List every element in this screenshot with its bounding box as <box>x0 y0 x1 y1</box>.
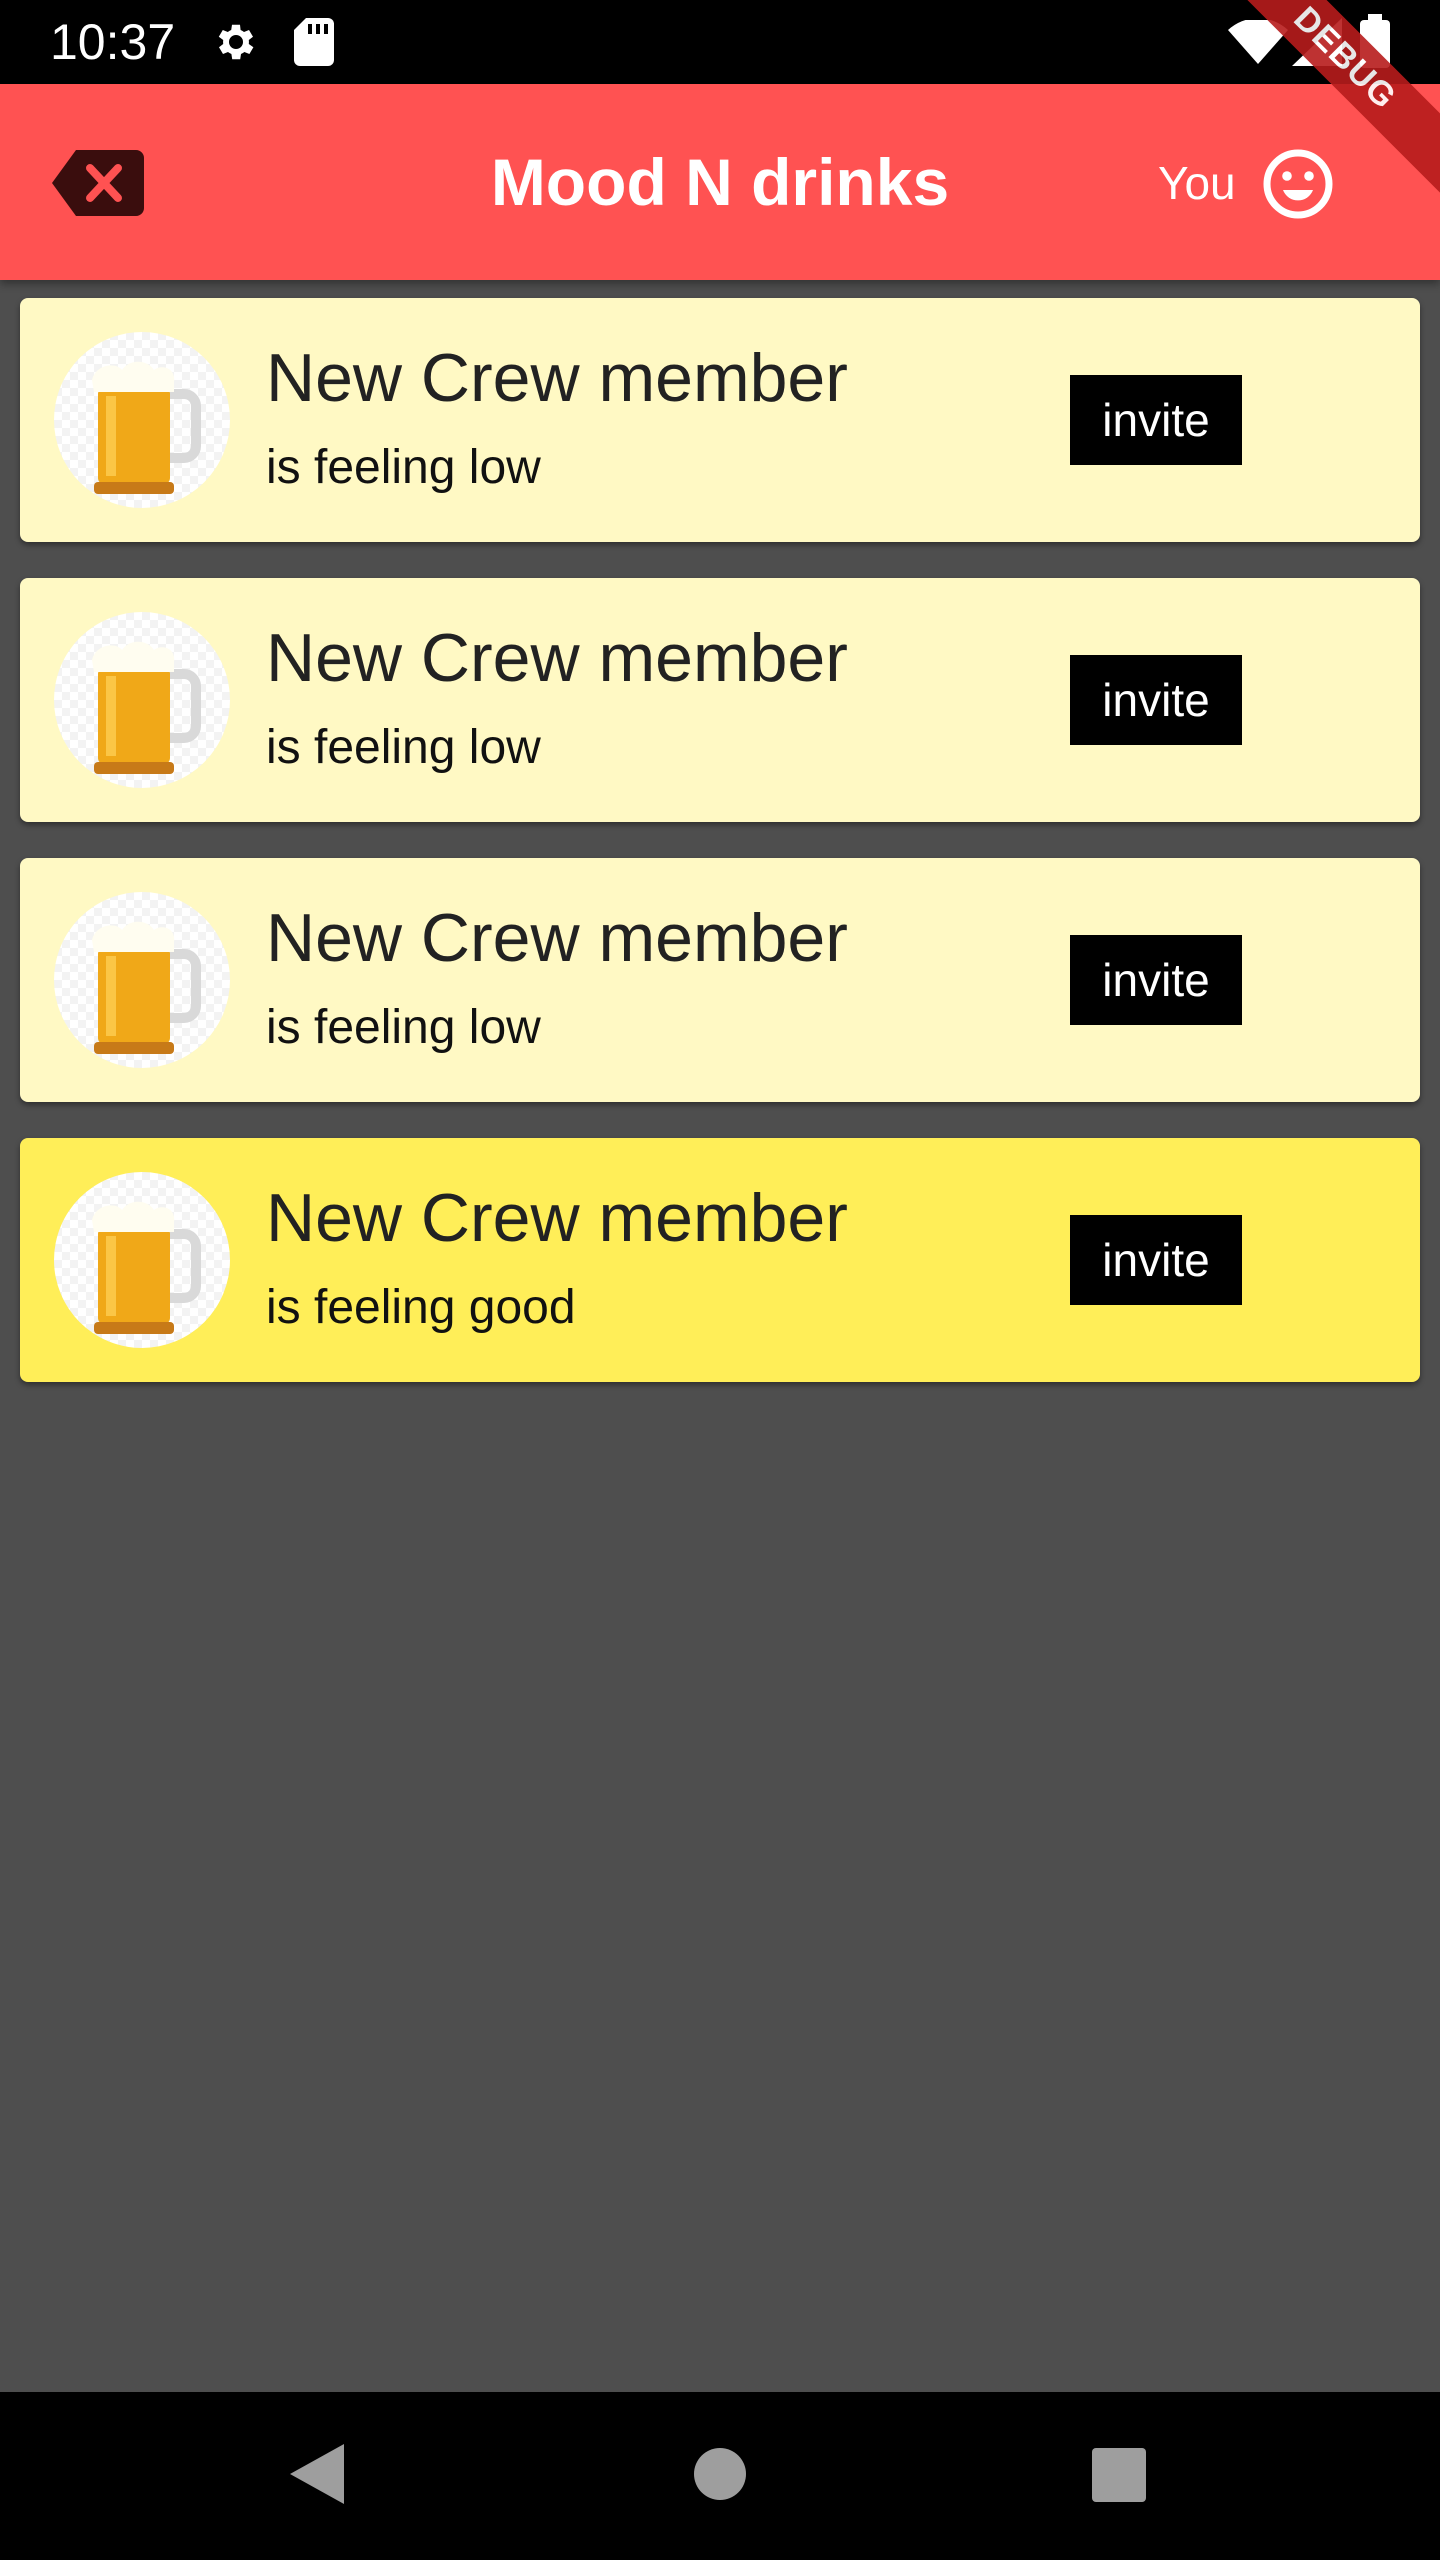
beer-mug-avatar <box>54 1172 230 1348</box>
app-bar: Mood N drinks You <box>0 84 1440 280</box>
crew-list: New Crew member is feeling low invite Ne… <box>20 298 1420 1418</box>
crew-name: New Crew member <box>266 620 848 696</box>
screen: 10:37 Mood N drinks You DEBUG New Crew m… <box>0 0 1440 2560</box>
navigation-bar <box>0 2392 1440 2560</box>
smiley-face-icon[interactable] <box>1262 148 1334 220</box>
crew-name: New Crew member <box>266 900 848 976</box>
crew-status: is feeling low <box>266 721 541 774</box>
beer-mug-avatar <box>54 892 230 1068</box>
crew-status: is feeling low <box>266 1001 541 1054</box>
back-triangle-icon[interactable] <box>290 2444 344 2509</box>
crew-name: New Crew member <box>266 1180 848 1256</box>
crew-card: New Crew member is feeling low invite <box>20 858 1420 1102</box>
home-circle-icon[interactable] <box>694 2448 746 2505</box>
you-label[interactable]: You <box>1158 150 1236 216</box>
invite-button[interactable]: invite <box>1070 1215 1242 1305</box>
status-bar: 10:37 <box>0 0 1440 84</box>
crew-name: New Crew member <box>266 340 848 416</box>
status-time: 10:37 <box>50 14 176 70</box>
crew-status: is feeling good <box>266 1281 576 1334</box>
beer-mug-avatar <box>54 332 230 508</box>
sd-card-icon <box>294 18 334 71</box>
invite-button[interactable]: invite <box>1070 375 1242 465</box>
settings-icon <box>212 18 260 71</box>
crew-card: New Crew member is feeling good invite <box>20 1138 1420 1382</box>
recents-square-icon[interactable] <box>1092 2448 1146 2507</box>
crew-status: is feeling low <box>266 441 541 494</box>
crew-card: New Crew member is feeling low invite <box>20 578 1420 822</box>
beer-mug-avatar <box>54 612 230 788</box>
crew-card: New Crew member is feeling low invite <box>20 298 1420 542</box>
invite-button[interactable]: invite <box>1070 935 1242 1025</box>
invite-button[interactable]: invite <box>1070 655 1242 745</box>
